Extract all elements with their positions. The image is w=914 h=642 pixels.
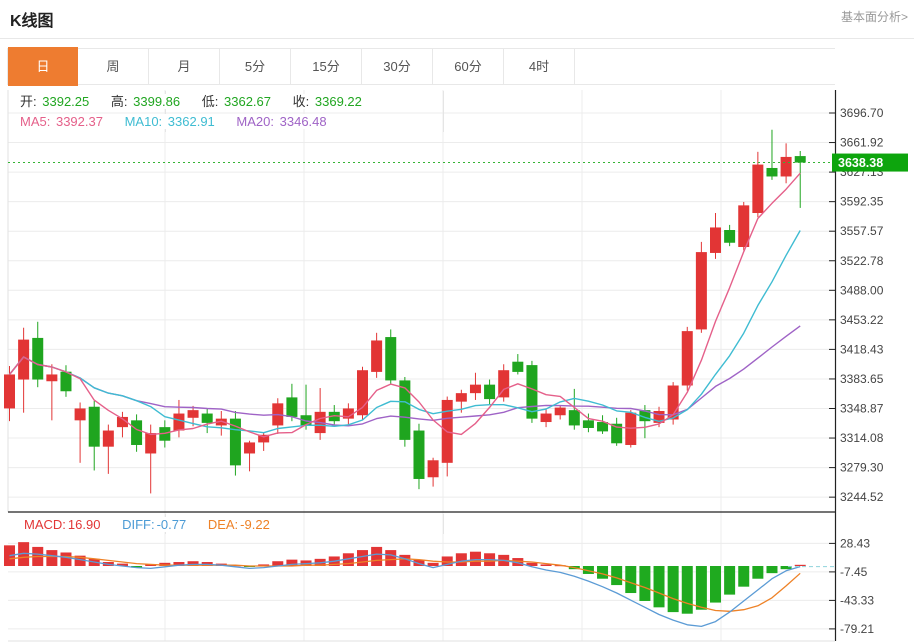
high-value: 3399.86 (132, 94, 181, 109)
dea-value: -9.22 (239, 517, 271, 532)
svg-text:3488.00: 3488.00 (840, 283, 884, 297)
page-title: K线图 (10, 7, 54, 31)
kline-page: { "header": { "title": "K线图", "link": "基… (0, 0, 914, 642)
svg-text:3696.70: 3696.70 (840, 106, 884, 120)
svg-text:3348.87: 3348.87 (840, 402, 884, 416)
ohlc-legend: 开: 3392.25 高: 3399.86 低: 3362.67 收: 3369… (18, 93, 378, 111)
low-label: 低: (201, 94, 220, 109)
svg-text:3638.38: 3638.38 (838, 156, 883, 170)
diff-value: -0.77 (156, 517, 188, 532)
ma5-value: 3392.37 (55, 114, 104, 129)
tab-60min[interactable]: 60分 (433, 49, 504, 84)
svg-text:3557.57: 3557.57 (840, 224, 884, 238)
open-value: 3392.25 (41, 94, 90, 109)
ma10-label: MA10: (124, 114, 164, 129)
svg-text:3314.08: 3314.08 (840, 431, 884, 445)
legend-divider (443, 514, 444, 534)
period-tabbar: 日 周 月 5分 15分 30分 60分 4时 (7, 48, 835, 85)
ma-legend: MA5: 3392.37 MA10: 3362.91 MA20: 3346.48 (18, 113, 343, 131)
svg-text:28.43: 28.43 (840, 536, 870, 550)
tab-week[interactable]: 周 (78, 49, 149, 84)
fundamental-analysis-link[interactable]: 基本面分析> (841, 8, 908, 25)
low-value: 3362.67 (223, 94, 272, 109)
tab-day[interactable]: 日 (8, 47, 78, 86)
ma10-value: 3362.91 (167, 114, 216, 129)
svg-text:-43.33: -43.33 (840, 593, 874, 607)
svg-text:3661.92: 3661.92 (840, 136, 884, 150)
svg-text:3522.78: 3522.78 (840, 254, 884, 268)
ma5-label: MA5: (19, 114, 51, 129)
svg-text:3592.35: 3592.35 (840, 195, 884, 209)
dea-label: DEA: (207, 517, 239, 532)
tab-4hour[interactable]: 4时 (504, 49, 575, 84)
svg-text:3244.52: 3244.52 (840, 490, 884, 504)
tab-30min[interactable]: 30分 (362, 49, 433, 84)
tab-5min[interactable]: 5分 (220, 49, 291, 84)
svg-text:3418.43: 3418.43 (840, 342, 884, 356)
svg-text:3383.65: 3383.65 (840, 372, 884, 386)
svg-text:-7.45: -7.45 (840, 565, 868, 579)
chart-area[interactable]: 3696.703661.923627.133592.353557.573522.… (0, 90, 914, 642)
tab-15min[interactable]: 15分 (291, 49, 362, 84)
ma20-label: MA20: (235, 114, 275, 129)
open-label: 开: (19, 94, 38, 109)
title-separator (0, 38, 914, 39)
close-value: 3369.22 (314, 94, 363, 109)
close-label: 收: (292, 94, 311, 109)
legend-divider (443, 91, 444, 132)
macd-label: MACD: (23, 517, 67, 532)
macd-value: 16.90 (67, 517, 102, 532)
chart-canvas[interactable]: 3696.703661.923627.133592.353557.573522.… (0, 90, 914, 642)
svg-text:-79.21: -79.21 (840, 622, 874, 636)
ma20-value: 3346.48 (279, 114, 328, 129)
svg-text:3453.22: 3453.22 (840, 313, 884, 327)
svg-text:3279.30: 3279.30 (840, 461, 884, 475)
diff-label: DIFF: (121, 517, 156, 532)
macd-legend: MACD:16.90 DIFF:-0.77 DEA:-9.22 (22, 516, 286, 534)
high-label: 高: (110, 94, 129, 109)
tab-month[interactable]: 月 (149, 49, 220, 84)
